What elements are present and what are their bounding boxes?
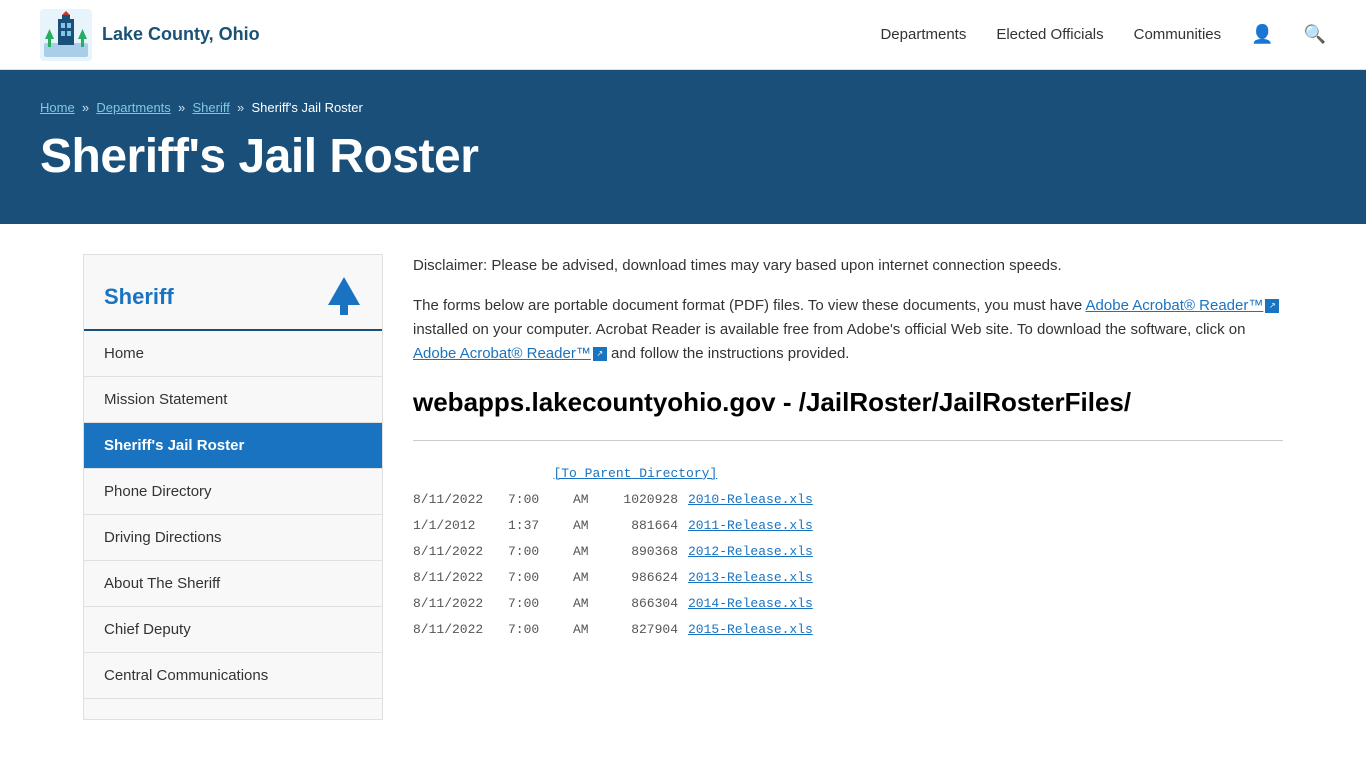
para1-before-link1: The forms below are portable document fo… <box>413 297 1086 314</box>
breadcrumb: Home » Departments » Sheriff » Sheriff's… <box>40 100 1326 115</box>
site-logo[interactable]: Lake County, Ohio <box>40 9 260 61</box>
file-row: 8/11/2022 7:00 AM 866304 2014-Release.xl… <box>413 591 1283 617</box>
file-time: 7:00 <box>508 617 563 643</box>
file-listing-title: webapps.lakecountyohio.gov - /JailRoster… <box>413 386 1283 420</box>
file-listing: [To Parent Directory] 8/11/2022 7:00 AM … <box>413 461 1283 643</box>
external-link-icon-2: ↗ <box>593 347 607 361</box>
para1-after: and follow the instructions provided. <box>607 345 850 362</box>
sidebar-item-sheriffs-jail-roster[interactable]: Sheriff's Jail Roster <box>84 423 382 469</box>
page-title: Sheriff's Jail Roster <box>40 129 1326 184</box>
external-link-icon-1: ↗ <box>1265 299 1279 313</box>
file-time: 1:37 <box>508 513 563 539</box>
sidebar-nav: Home Mission Statement Sheriff's Jail Ro… <box>84 331 382 699</box>
file-ampm: AM <box>573 617 598 643</box>
file-row: 1/1/2012 1:37 AM 881664 2011-Release.xls <box>413 513 1283 539</box>
file-size: 1020928 <box>608 487 678 513</box>
nav-elected-officials[interactable]: Elected Officials <box>996 26 1103 43</box>
sidebar-item-phone-directory[interactable]: Phone Directory <box>84 469 382 515</box>
file-ampm: AM <box>573 565 598 591</box>
file-ampm: AM <box>573 487 598 513</box>
file-row: 8/11/2022 7:00 AM 890368 2012-Release.xl… <box>413 539 1283 565</box>
file-size: 827904 <box>608 617 678 643</box>
nav-communities[interactable]: Communities <box>1134 26 1222 43</box>
sidebar-item-driving-directions[interactable]: Driving Directions <box>84 515 382 561</box>
file-row: 8/11/2022 7:00 AM 827904 2015-Release.xl… <box>413 617 1283 643</box>
file-listing-divider <box>413 440 1283 441</box>
hero-banner: Home » Departments » Sheriff » Sheriff's… <box>0 70 1366 224</box>
file-size: 986624 <box>608 565 678 591</box>
main-content: Disclaimer: Please be advised, download … <box>413 254 1283 720</box>
file-link[interactable]: 2013-Release.xls <box>688 565 813 591</box>
breadcrumb-current: Sheriff's Jail Roster <box>252 100 363 115</box>
sidebar: Sheriff Home Mission Statement Sheriff's… <box>83 254 383 720</box>
file-date: 8/11/2022 <box>413 539 498 565</box>
disclaimer-text: Disclaimer: Please be advised, download … <box>413 254 1283 278</box>
file-row: 8/11/2022 7:00 AM 1020928 2010-Release.x… <box>413 487 1283 513</box>
account-icon[interactable]: 👤 <box>1251 24 1273 45</box>
file-time: 7:00 <box>508 539 563 565</box>
file-date: 8/11/2022 <box>413 617 498 643</box>
sidebar-item-about-the-sheriff[interactable]: About The Sheriff <box>84 561 382 607</box>
file-time: 7:00 <box>508 591 563 617</box>
file-size: 881664 <box>608 513 678 539</box>
file-date: 8/11/2022 <box>413 591 498 617</box>
breadcrumb-sheriff[interactable]: Sheriff <box>192 100 229 115</box>
logo-text: Lake County, Ohio <box>102 24 260 45</box>
file-row: 8/11/2022 7:00 AM 986624 2013-Release.xl… <box>413 565 1283 591</box>
file-link[interactable]: 2010-Release.xls <box>688 487 813 513</box>
acrobat-link-1[interactable]: Adobe Acrobat® Reader™ <box>1086 297 1264 314</box>
file-date: 8/11/2022 <box>413 565 498 591</box>
sidebar-item-home[interactable]: Home <box>84 331 382 377</box>
file-size: 866304 <box>608 591 678 617</box>
file-date: 8/11/2022 <box>413 487 498 513</box>
search-icon[interactable]: 🔍 <box>1304 24 1326 45</box>
para1-middle: installed on your computer. Acrobat Read… <box>413 321 1246 338</box>
file-link[interactable]: 2015-Release.xls <box>688 617 813 643</box>
sidebar-item-mission-statement[interactable]: Mission Statement <box>84 377 382 423</box>
file-link[interactable]: 2014-Release.xls <box>688 591 813 617</box>
site-header: Lake County, Ohio Departments Elected Of… <box>0 0 1366 70</box>
sidebar-item-central-communications[interactable]: Central Communications <box>84 653 382 699</box>
file-link[interactable]: 2012-Release.xls <box>688 539 813 565</box>
file-date: 1/1/2012 <box>413 513 498 539</box>
file-time: 7:00 <box>508 565 563 591</box>
file-link[interactable]: 2011-Release.xls <box>688 513 813 539</box>
sidebar-title: Sheriff <box>104 284 174 310</box>
acrobat-link-2[interactable]: Adobe Acrobat® Reader™ <box>413 345 591 362</box>
breadcrumb-home[interactable]: Home <box>40 100 75 115</box>
sidebar-header: Sheriff <box>84 275 382 331</box>
file-size: 890368 <box>608 539 678 565</box>
sidebar-pin-icon <box>326 275 362 319</box>
sidebar-item-chief-deputy[interactable]: Chief Deputy <box>84 607 382 653</box>
file-time: 7:00 <box>508 487 563 513</box>
main-nav: Departments Elected Officials Communitie… <box>880 24 1326 45</box>
nav-departments[interactable]: Departments <box>880 26 966 43</box>
file-ampm: AM <box>573 591 598 617</box>
file-ampm: AM <box>573 513 598 539</box>
logo-svg <box>40 9 92 61</box>
file-ampm: AM <box>573 539 598 565</box>
pdf-info-para: The forms below are portable document fo… <box>413 294 1283 366</box>
breadcrumb-departments[interactable]: Departments <box>96 100 170 115</box>
parent-directory-link[interactable]: [To Parent Directory] <box>413 461 1283 487</box>
main-layout: Sheriff Home Mission Statement Sheriff's… <box>43 224 1323 750</box>
